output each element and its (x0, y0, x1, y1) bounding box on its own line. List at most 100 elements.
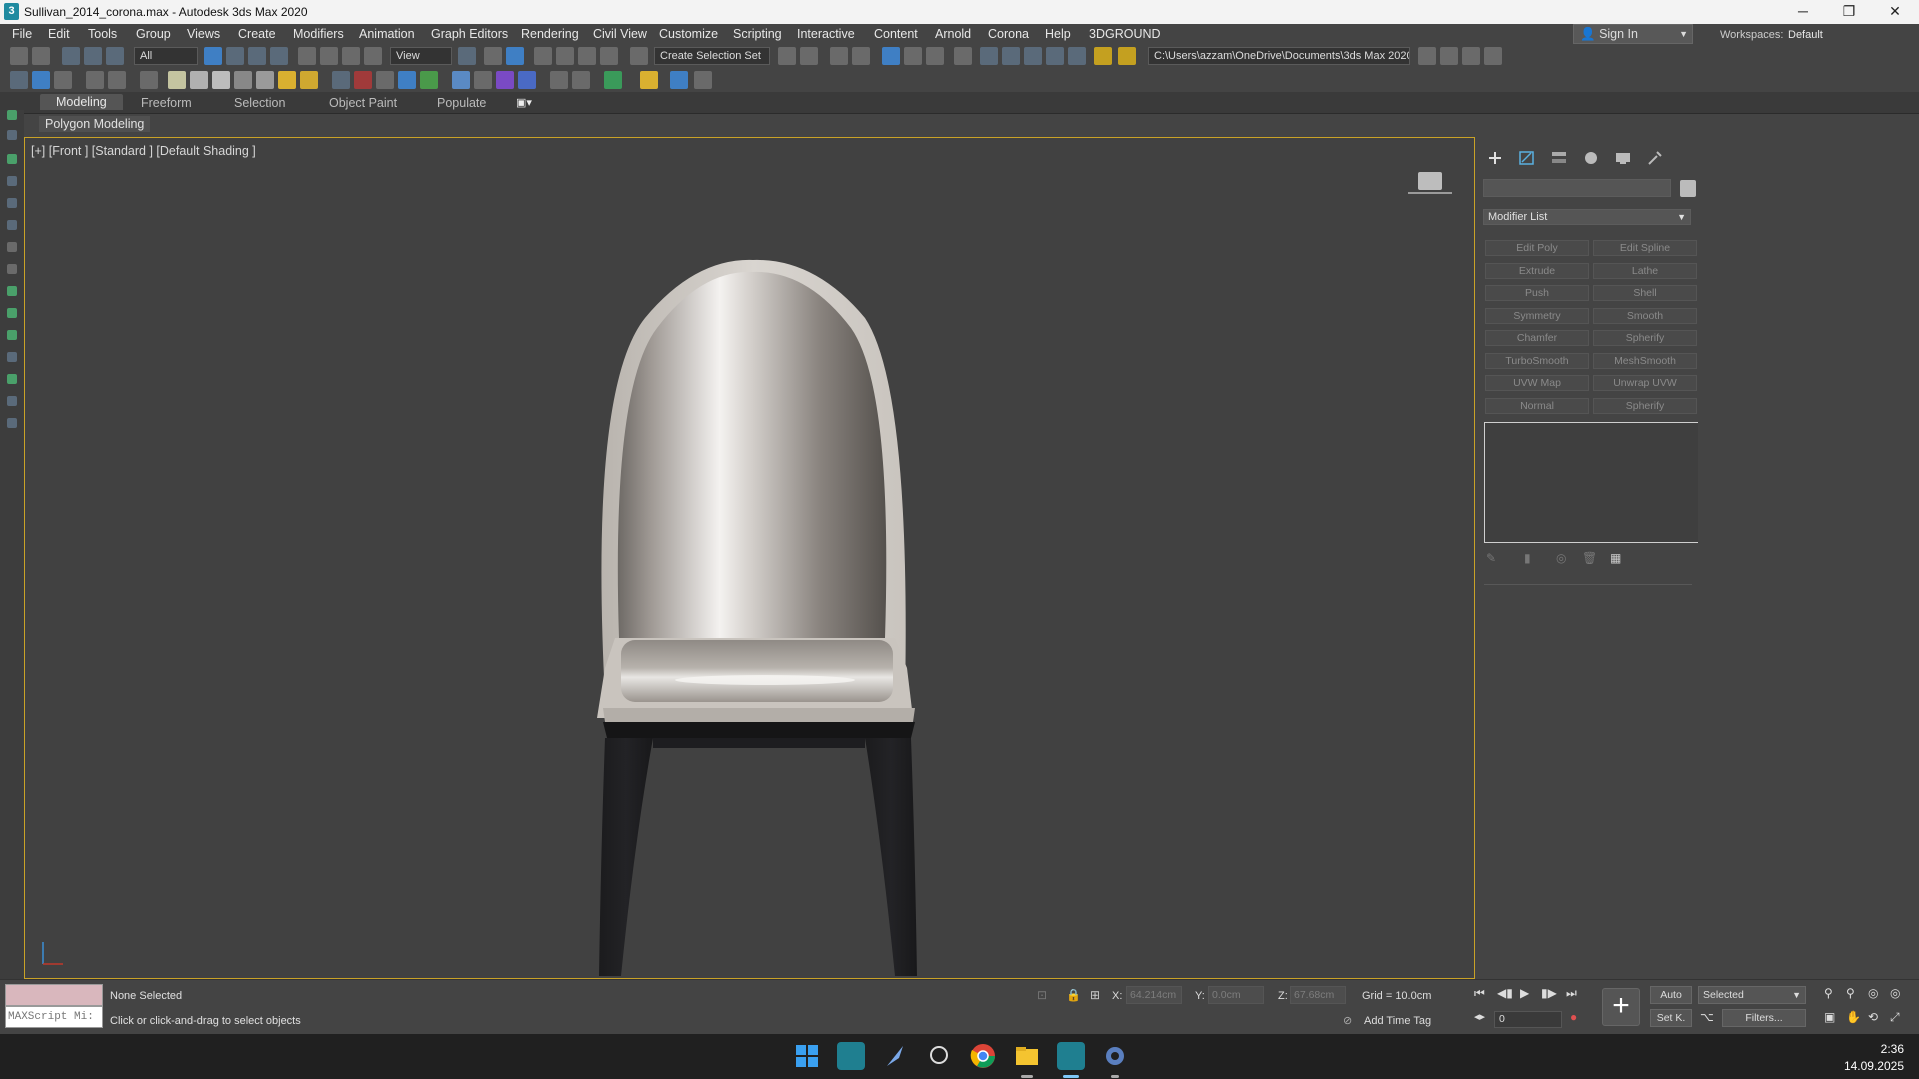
modifier-smooth-button[interactable]: Smooth (1593, 308, 1697, 324)
named-selection-dropdown[interactable]: Create Selection Set (654, 47, 770, 65)
tab-modeling[interactable]: Modeling (40, 94, 123, 110)
key-filter-selection-dropdown[interactable]: Selected ▼ (1698, 986, 1806, 1004)
layer-explorer-icon[interactable] (852, 47, 870, 65)
search-app-icon[interactable] (925, 1042, 953, 1070)
rendered-frame-window-icon[interactable] (1002, 47, 1020, 65)
z-coord-field[interactable]: 67.68cm (1290, 986, 1346, 1004)
angle-snap-icon[interactable] (556, 47, 574, 65)
menu-tools[interactable]: Tools (88, 27, 117, 41)
motion-tab-icon[interactable] (1581, 149, 1601, 167)
menu-help[interactable]: Help (1045, 27, 1071, 41)
material-editor-icon[interactable] (954, 47, 972, 65)
edit-named-selection-icon[interactable] (630, 47, 648, 65)
workspaces-dropdown[interactable]: Default (1788, 29, 1823, 41)
menu-scripting[interactable]: Scripting (733, 27, 782, 41)
modifier-push-button[interactable]: Push (1485, 285, 1589, 301)
object-color-swatch[interactable] (1680, 180, 1696, 197)
render-cloud-icon[interactable] (1068, 47, 1086, 65)
corona-tree-icon[interactable] (420, 71, 438, 89)
modifier-turbosmooth-button[interactable]: TurboSmooth (1485, 353, 1589, 369)
utilities-tab-icon[interactable] (1645, 149, 1665, 167)
modifier-lathe-button[interactable]: Lathe (1593, 263, 1697, 279)
modifier-uvw-map-button[interactable]: UVW Map (1485, 375, 1589, 391)
file-explorer-icon[interactable] (1013, 1042, 1041, 1070)
project-create-icon[interactable] (1462, 47, 1480, 65)
menu-corona[interactable]: Corona (988, 27, 1029, 41)
viewcube[interactable] (1418, 172, 1442, 190)
front-viewport[interactable]: [+] [Front ] [Standard ] [Default Shadin… (24, 137, 1475, 979)
corona-denoise-icon[interactable] (474, 71, 492, 89)
corona-tool-icon[interactable] (10, 71, 28, 89)
go-to-start-icon[interactable]: ⏮ (1474, 986, 1485, 1001)
grid-dots-icon[interactable] (694, 71, 712, 89)
modifier-spherify-button[interactable]: Spherify (1593, 330, 1697, 346)
chrome-icon[interactable] (969, 1042, 997, 1070)
tab-populate[interactable]: Populate (437, 96, 486, 110)
helpers-icon[interactable] (7, 374, 17, 384)
select-by-name-icon[interactable] (226, 47, 244, 65)
chair-model[interactable] (575, 198, 975, 978)
bind-spacewarp-icon[interactable] (106, 47, 124, 65)
redo-icon[interactable] (32, 47, 50, 65)
find-icon[interactable] (7, 286, 17, 296)
pin-stack-icon[interactable]: ✎ (1486, 551, 1496, 565)
modifier-spherify-2-button[interactable]: Spherify (1593, 398, 1697, 414)
tab-object-paint[interactable]: Object Paint (329, 96, 397, 110)
3dsmax-active-taskbar-icon[interactable] (1057, 1042, 1085, 1070)
menu-graph-editors[interactable]: Graph Editors (431, 27, 508, 41)
set-key-icon[interactable]: + (1602, 988, 1640, 1026)
curve-editor-icon[interactable] (904, 47, 922, 65)
help-icon[interactable] (572, 71, 590, 89)
time-configuration-icon[interactable]: ● (1570, 1010, 1577, 1024)
display-icon[interactable] (7, 154, 17, 164)
unlink-icon[interactable] (84, 47, 102, 65)
menu-interactive[interactable]: Interactive (797, 27, 855, 41)
schematic-view-icon[interactable] (926, 47, 944, 65)
y-coord-field[interactable]: 0.0cm (1208, 986, 1264, 1004)
project-folder-icon[interactable] (1418, 47, 1436, 65)
modifier-shell-button[interactable]: Shell (1593, 285, 1697, 301)
corona-converter-icon[interactable] (54, 71, 72, 89)
pin-icon[interactable] (640, 71, 658, 89)
corona-cam-mod-icon[interactable] (300, 71, 318, 89)
ribbon-options-icon[interactable]: ▣▾ (516, 96, 532, 109)
corona-material-icon[interactable] (398, 71, 416, 89)
viewcube-compass[interactable] (1408, 192, 1452, 194)
reference-coord-dropdown[interactable]: View (390, 47, 452, 65)
select-object-icon[interactable] (204, 47, 222, 65)
render-setup-icon[interactable] (980, 47, 998, 65)
menu-animation[interactable]: Animation (359, 27, 415, 41)
taskbar-clock[interactable]: 2:36 (1842, 1042, 1904, 1056)
scissors-icon[interactable] (1118, 47, 1136, 65)
key-filters-button[interactable]: Filters... (1722, 1009, 1806, 1027)
layer-icon[interactable] (7, 176, 17, 186)
tab-freeform[interactable]: Freeform (141, 96, 192, 110)
corona-render-elements-icon[interactable] (518, 71, 536, 89)
menu-3dground[interactable]: 3DGROUND (1089, 27, 1161, 41)
display-tab-icon[interactable] (1613, 149, 1633, 167)
corona-sun-icon[interactable] (190, 71, 208, 89)
feather-app-icon[interactable] (881, 1042, 909, 1070)
corona-vfb-icon[interactable] (32, 71, 50, 89)
menu-customize[interactable]: Customize (659, 27, 718, 41)
link-icon[interactable] (62, 47, 80, 65)
minimize-button[interactable]: ─ (1780, 0, 1826, 24)
scene-explorer-icon[interactable] (7, 110, 17, 120)
menu-edit[interactable]: Edit (48, 27, 70, 41)
corona-sphere-icon[interactable] (212, 71, 230, 89)
menu-content[interactable]: Content (874, 27, 918, 41)
modifier-chamfer-button[interactable]: Chamfer (1485, 330, 1589, 346)
next-frame-icon[interactable]: ▮▶ (1541, 986, 1557, 1000)
configure-modifier-sets-icon[interactable]: ▦ (1610, 551, 1621, 565)
selection-lock-icon[interactable]: 🔒 (1066, 988, 1081, 1002)
menu-civil-view[interactable]: Civil View (593, 27, 647, 41)
pan-icon[interactable]: ✋ (1846, 1010, 1861, 1024)
snap-toggle-icon[interactable] (534, 47, 552, 65)
windows-start-icon[interactable] (793, 1042, 821, 1070)
corona-sky-icon[interactable] (278, 71, 296, 89)
project-path-dropdown[interactable]: C:\Users\azzam\OneDrive\Documents\3ds Ma… (1148, 47, 1410, 65)
filter-icon[interactable] (7, 198, 17, 208)
fb-icon[interactable] (670, 71, 688, 89)
manipulate-icon[interactable] (484, 47, 502, 65)
maximize-viewport-icon[interactable]: ⤢ (1890, 1010, 1900, 1025)
